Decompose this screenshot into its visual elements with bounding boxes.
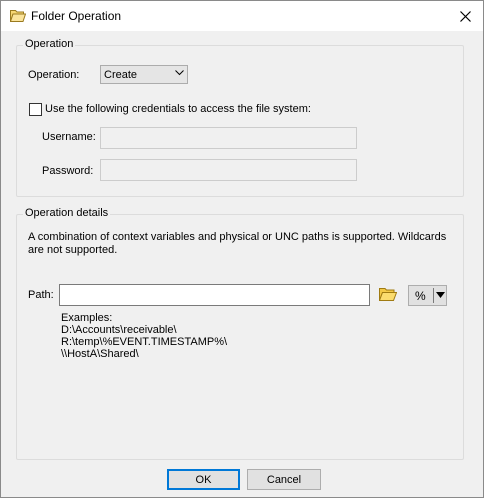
operation-details-group-title: Operation details [23, 207, 111, 219]
example-line: R:\temp\%EVENT.TIMESTAMP%\ [61, 336, 228, 348]
ok-button[interactable]: OK [167, 469, 240, 490]
ok-button-label: OK [195, 473, 212, 486]
insert-variable-button[interactable]: % [408, 285, 447, 306]
chevron-down-icon [175, 70, 184, 76]
details-description: A combination of context variables and p… [28, 231, 447, 256]
path-label: Path: [28, 289, 54, 301]
close-icon [459, 10, 471, 22]
folder-operation-dialog: Folder Operation Operation Operation: Cr… [0, 0, 484, 498]
title-bar: Folder Operation [1, 1, 483, 31]
operation-select-value: Create [104, 69, 138, 81]
operation-group-title: Operation [23, 38, 76, 50]
path-examples: Examples: D:\Accounts\receivable\ R:\tem… [61, 312, 227, 360]
insert-variable-label: % [415, 289, 426, 303]
credentials-checkbox[interactable] [29, 103, 42, 116]
example-line: \\HostA\Shared\ [61, 348, 139, 360]
cancel-button-label: Cancel [266, 473, 302, 486]
credentials-checkbox-label[interactable]: Use the following credentials to access … [45, 103, 311, 115]
username-field[interactable] [100, 127, 357, 149]
folder-open-icon[interactable] [379, 287, 397, 302]
path-input[interactable] [59, 284, 370, 306]
password-field[interactable] [100, 159, 357, 181]
caret-down-icon [436, 292, 445, 298]
split-button-divider [433, 288, 434, 303]
window-title: Folder Operation [31, 9, 122, 23]
operation-select[interactable]: Create [100, 65, 188, 84]
close-button[interactable] [447, 1, 483, 31]
examples-title: Examples: [61, 312, 113, 324]
password-label: Password: [42, 165, 94, 177]
operation-label: Operation: [28, 69, 80, 81]
username-label: Username: [42, 131, 96, 143]
folder-icon [10, 10, 26, 22]
example-line: D:\Accounts\receivable\ [61, 324, 177, 336]
cancel-button[interactable]: Cancel [247, 469, 321, 490]
